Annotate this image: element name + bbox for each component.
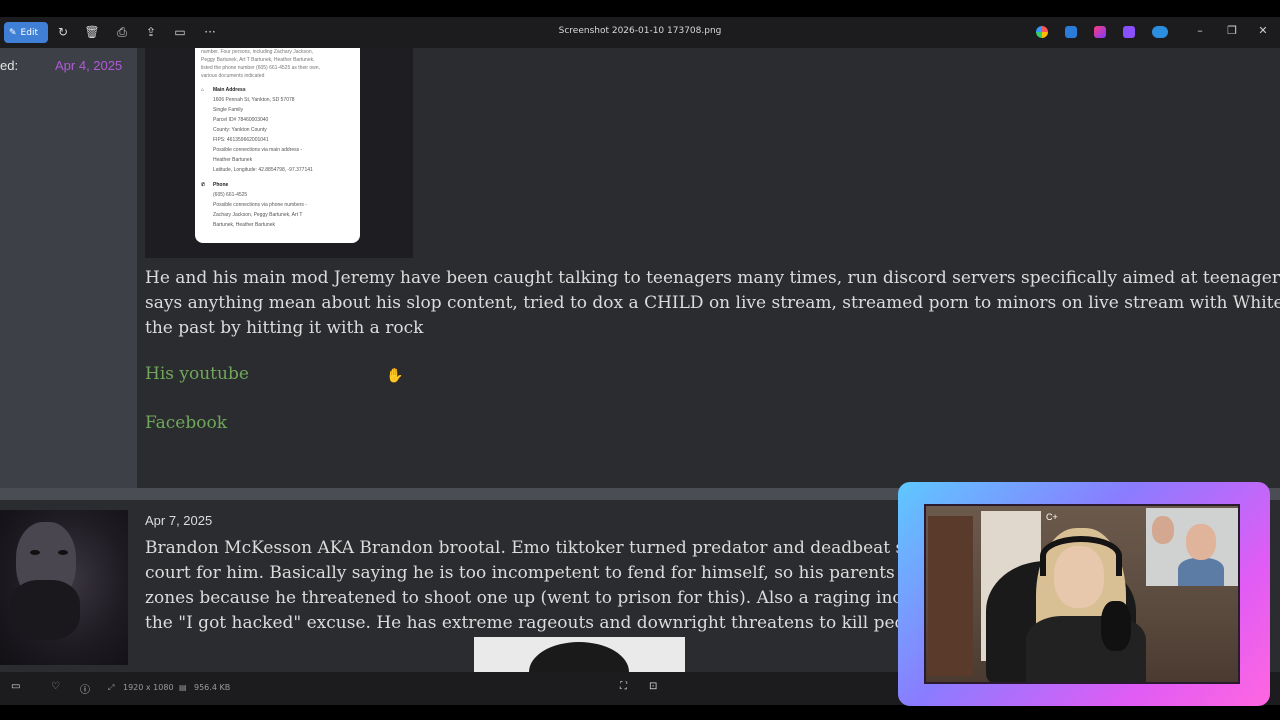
post-body: He and his main mod Jeremy have been cau… xyxy=(145,266,1280,341)
phone-line: (605) 661-4525 xyxy=(213,192,248,198)
fit-to-window-icon[interactable]: ⛶ xyxy=(620,681,627,692)
address-line: FIPS: 461359662001041 xyxy=(213,137,269,143)
image-dimensions: 1920 x 1080 xyxy=(123,683,174,692)
designer-icon[interactable] xyxy=(1065,26,1077,38)
address-line: Latitude, Longitude: 42.8854798, -97.377… xyxy=(213,167,313,173)
post-sidebar: ed: Apr 4, 2025 xyxy=(0,48,137,488)
address-line: Heather Bartunek xyxy=(213,157,253,163)
phone-line: Bartunek, Heather Bartunek xyxy=(213,222,275,228)
filesize-icon: ▤ xyxy=(179,683,187,692)
webcam-overlay-text: C+ xyxy=(1046,512,1058,522)
youtube-link[interactable]: His youtube xyxy=(145,364,249,384)
actual-size-icon[interactable]: ⊡ xyxy=(649,681,657,692)
address-line: 1606 Pennah St, Yankton, SD 57078 xyxy=(213,97,295,103)
post-body-line: says anything mean about his slop conten… xyxy=(145,293,1280,313)
hand-cursor-icon: ✋ xyxy=(386,368,404,384)
address-heading: ⌂ Main Address xyxy=(201,87,246,93)
address-line: County: Yankton County xyxy=(213,127,267,133)
file-size: 956.4 KB xyxy=(194,683,231,692)
filmstrip-icon[interactable]: ▭ xyxy=(11,681,20,692)
photo-subject xyxy=(529,642,629,672)
create-icon[interactable] xyxy=(1094,26,1106,38)
screen: ✎ Edit ↻ 🗑 ⎙ ⇪ ▭ ··· Screenshot 2026-01-… xyxy=(0,0,1280,720)
pip-person-1 xyxy=(1152,516,1174,544)
post-body-line: the past by hitting it with a rock xyxy=(145,318,424,338)
phone-intro-line: number. Four persons, including Zachary … xyxy=(201,49,313,55)
avatar-eye xyxy=(58,550,68,555)
avatar-beard xyxy=(10,580,80,640)
address-line: Possible connections via main address - xyxy=(213,147,303,153)
webcam-overlay-frame: C+ xyxy=(898,482,1270,706)
microphone xyxy=(1101,601,1131,651)
phone-intro-line: various documents indicated xyxy=(201,73,265,79)
close-icon[interactable]: ✕ xyxy=(1256,24,1270,37)
post-body-line: He and his main mod Jeremy have been cau… xyxy=(145,268,1280,288)
window-title: Screenshot 2026-01-10 173708.png xyxy=(558,26,722,36)
posted-label: ed: xyxy=(0,58,19,73)
phone-heading: ✆ Phone xyxy=(201,182,229,188)
copilot-icon[interactable] xyxy=(1036,26,1048,38)
photo-viewer-toolbar: ✎ Edit ↻ 🗑 ⎙ ⇪ ▭ ··· Screenshot 2026-01-… xyxy=(0,17,1280,48)
post-date: Apr 4, 2025 xyxy=(55,58,123,73)
webcam-bookshelf xyxy=(928,516,973,676)
embedded-phone-screenshot: number. Four persons, including Zachary … xyxy=(195,48,360,243)
phone-icon: ✆ xyxy=(201,182,206,188)
info-icon[interactable]: ⓘ xyxy=(80,681,90,696)
headset xyxy=(1040,536,1122,576)
pip-person-2-shirt xyxy=(1178,558,1224,586)
minimize-icon[interactable]: – xyxy=(1193,24,1207,37)
restore-icon[interactable]: ❐ xyxy=(1225,24,1239,37)
phone-intro-line: listed the phone number (605) 661-4525 a… xyxy=(201,65,320,71)
phone-line: Possible connections via phone numbers - xyxy=(213,202,307,208)
picture-in-picture xyxy=(1146,508,1238,586)
post-avatar xyxy=(0,510,128,665)
post-date: Apr 7, 2025 xyxy=(145,513,213,528)
embedded-photo xyxy=(474,637,685,672)
address-line: Single Family xyxy=(213,107,244,113)
phone-intro-line: Peggy Bartunek, Art T Bartunek, Heather … xyxy=(201,57,315,63)
avatar-eye xyxy=(30,550,40,555)
onedrive-icon[interactable] xyxy=(1152,26,1168,38)
webcam-feed: C+ xyxy=(924,504,1240,684)
pip-person-2 xyxy=(1186,524,1216,560)
phone-line: Zachary Jackson, Peggy Bartunek, Art T xyxy=(213,212,303,218)
home-icon: ⌂ xyxy=(201,87,205,93)
address-line: Parcel ID# 78460003040 xyxy=(213,117,269,123)
clipchamp-icon[interactable] xyxy=(1123,26,1135,38)
dimensions-icon: ⤢ xyxy=(108,683,115,692)
favorite-icon[interactable]: ♡ xyxy=(51,681,60,692)
facebook-link[interactable]: Facebook xyxy=(145,413,227,433)
